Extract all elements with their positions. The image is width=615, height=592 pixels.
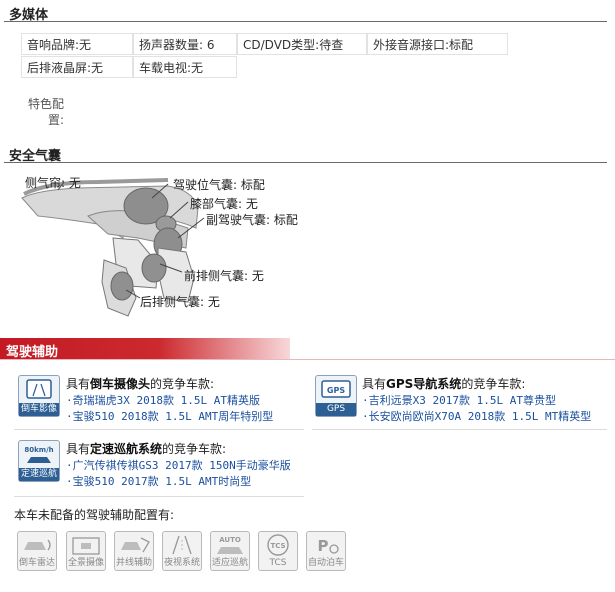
auto-badge: AUTO bbox=[219, 536, 241, 544]
title-feature: 定速巡航系统 bbox=[90, 442, 163, 456]
feature-title-reverse-camera: 具有倒车摄像头的竞争车款: bbox=[66, 375, 214, 392]
lane-merge-assist-icon[interactable]: 并线辅助 bbox=[114, 531, 154, 571]
feature-divider bbox=[312, 429, 607, 430]
title-suffix: 的竞争车款: bbox=[150, 377, 215, 391]
title-prefix: 具有 bbox=[66, 442, 91, 456]
cruise-control-icon[interactable]: 80km/h 定速巡航 bbox=[18, 440, 60, 482]
spec-cell-rear-lcd: 后排液晶屏:无 bbox=[21, 56, 133, 78]
spec-value: 无 bbox=[91, 61, 104, 75]
airbag-front-side: 前排侧气囊: 无 bbox=[184, 267, 264, 284]
competitor-link-text[interactable]: 宝骏510 2018款 1.5L AMT周年特别型 bbox=[73, 410, 274, 423]
special-config-label: 特色配 置: bbox=[26, 96, 64, 128]
tcs-icon[interactable]: TCS TCS bbox=[258, 531, 298, 571]
assist-title: 驾驶辅助 bbox=[6, 345, 59, 360]
airbag-value: 标配 bbox=[273, 213, 298, 227]
competitor-link[interactable]: ·宝骏510 2017款 1.5L AMT时尚型 bbox=[66, 473, 251, 489]
spec-cell-car-tv: 车载电视:无 bbox=[133, 56, 237, 78]
spec-label: 音响品牌: bbox=[27, 38, 80, 52]
competitor-link[interactable]: ·奇瑞瑞虎3X 2018款 1.5L AT精英版 bbox=[66, 392, 260, 408]
gps-navigation-icon[interactable]: GPS GPS bbox=[315, 375, 357, 417]
spec-cell-cd-dvd: CD/DVD类型:待查 bbox=[237, 33, 367, 55]
competitor-link[interactable]: ·长安欧尚欧尚X70A 2018款 1.5L MT精英型 bbox=[362, 408, 591, 424]
multimedia-divider bbox=[4, 21, 607, 22]
icon-caption: TCS bbox=[269, 558, 287, 568]
spec-label: 扬声器数量: bbox=[139, 38, 204, 52]
spec-cell-speaker-count: 扬声器数量: 6 bbox=[133, 33, 237, 55]
airbag-label: 驾驶位气囊: bbox=[173, 178, 238, 192]
reverse-radar-icon[interactable]: 倒车雷达 bbox=[17, 531, 57, 571]
spec-cell-aux-input: 外接音源接口:标配 bbox=[367, 33, 508, 55]
airbag-label: 副驾驶气囊: bbox=[206, 213, 271, 227]
competitor-link-text[interactable]: 宝骏510 2017款 1.5L AMT时尚型 bbox=[73, 475, 252, 488]
icon-caption: 倒车雷达 bbox=[18, 558, 55, 568]
assist-banner-rule bbox=[0, 359, 615, 360]
airbag-label: 前排侧气囊: bbox=[184, 269, 249, 283]
icon-caption: 适应巡航 bbox=[211, 558, 248, 568]
missing-features-title: 本车未配备的驾驶辅助配置有: bbox=[14, 508, 175, 522]
competitor-link-text[interactable]: 奇瑞瑞虎3X 2018款 1.5L AT精英版 bbox=[73, 394, 260, 407]
feature-divider bbox=[14, 429, 304, 430]
airbag-label: 后排侧气囊: bbox=[140, 295, 205, 309]
special-config-label-line1: 特色配 bbox=[27, 97, 64, 111]
icon-caption: 自动泊车 bbox=[307, 558, 344, 568]
spec-label: 外接音源接口: bbox=[373, 38, 450, 52]
competitor-link-text[interactable]: 长安欧尚欧尚X70A 2018款 1.5L MT精英型 bbox=[369, 410, 592, 423]
title-feature: GPS导航系统 bbox=[386, 377, 462, 391]
feature-divider bbox=[14, 496, 304, 497]
spec-label: 车载电视: bbox=[139, 61, 192, 75]
parking-badge: P bbox=[318, 537, 329, 555]
night-vision-icon[interactable]: 夜视系统 bbox=[162, 531, 202, 571]
spec-value: 无 bbox=[191, 61, 204, 75]
panoramic-camera-icon[interactable]: 全景摄像 bbox=[66, 531, 106, 571]
icon-caption: 定速巡航 bbox=[19, 468, 59, 481]
spec-value: 无 bbox=[79, 38, 92, 52]
assist-banner: 驾驶辅助 bbox=[0, 338, 290, 360]
reverse-camera-icon[interactable]: 倒车影像 bbox=[18, 375, 60, 417]
gps-badge: GPS bbox=[327, 386, 345, 395]
auto-parking-icon[interactable]: P 自动泊车 bbox=[306, 531, 346, 571]
airbag-value: 无 bbox=[68, 176, 81, 190]
airbag-value: 无 bbox=[251, 269, 264, 283]
speed-badge: 80km/h bbox=[24, 446, 53, 454]
airbag-driver: 驾驶位气囊: 标配 bbox=[173, 176, 265, 193]
competitor-link-text[interactable]: 广汽传祺传祺GS3 2017款 150N手动豪华版 bbox=[73, 459, 291, 472]
airbag-value: 标配 bbox=[240, 178, 265, 192]
title-suffix: 的竞争车款: bbox=[461, 377, 526, 391]
competitor-link[interactable]: ·吉利远景X3 2017款 1.5L AT尊贵型 bbox=[362, 392, 556, 408]
competitor-link[interactable]: ·广汽传祺传祺GS3 2017款 150N手动豪华版 bbox=[66, 457, 291, 473]
icon-caption: 并线辅助 bbox=[115, 558, 152, 568]
spec-value: 标配 bbox=[449, 38, 474, 52]
competitor-link[interactable]: ·宝骏510 2018款 1.5L AMT周年特别型 bbox=[66, 408, 273, 424]
airbag-value: 无 bbox=[207, 295, 220, 309]
airbag-value: 无 bbox=[245, 197, 258, 211]
icon-caption: 夜视系统 bbox=[163, 558, 200, 568]
airbag-label: 侧气帘: bbox=[25, 176, 66, 190]
title-feature: 倒车摄像头 bbox=[90, 377, 151, 391]
icon-caption: GPS bbox=[316, 403, 356, 416]
title-prefix: 具有 bbox=[362, 377, 387, 391]
airbag-side-curtain: 侧气帘: 无 bbox=[25, 174, 81, 191]
airbag-divider bbox=[4, 162, 607, 163]
adaptive-cruise-icon[interactable]: AUTO 适应巡航 bbox=[210, 531, 250, 571]
feature-title-gps: 具有GPS导航系统的竞争车款: bbox=[362, 375, 525, 392]
competitor-link-text[interactable]: 吉利远景X3 2017款 1.5L AT尊贵型 bbox=[369, 394, 556, 407]
icon-caption: 倒车影像 bbox=[19, 403, 59, 416]
airbag-label: 膝部气囊: bbox=[190, 197, 243, 211]
spec-cell-audio-brand: 音响品牌:无 bbox=[21, 33, 133, 55]
spec-label: 后排液晶屏: bbox=[27, 61, 92, 75]
airbag-passenger: 副驾驶气囊: 标配 bbox=[206, 211, 298, 228]
title-suffix: 的竞争车款: bbox=[162, 442, 227, 456]
feature-title-cruise-control: 具有定速巡航系统的竞争车款: bbox=[66, 440, 226, 457]
icon-caption: 全景摄像 bbox=[67, 558, 104, 568]
spec-value: 6 bbox=[206, 38, 215, 52]
spec-value: 待查 bbox=[319, 38, 344, 52]
title-prefix: 具有 bbox=[66, 377, 91, 391]
airbag-rear-side: 后排侧气囊: 无 bbox=[140, 293, 220, 310]
tcs-badge: TCS bbox=[270, 542, 285, 550]
spec-label: CD/DVD类型: bbox=[243, 38, 320, 52]
airbag-knee: 膝部气囊: 无 bbox=[190, 195, 258, 212]
special-config-label-line2: 置: bbox=[47, 113, 64, 127]
